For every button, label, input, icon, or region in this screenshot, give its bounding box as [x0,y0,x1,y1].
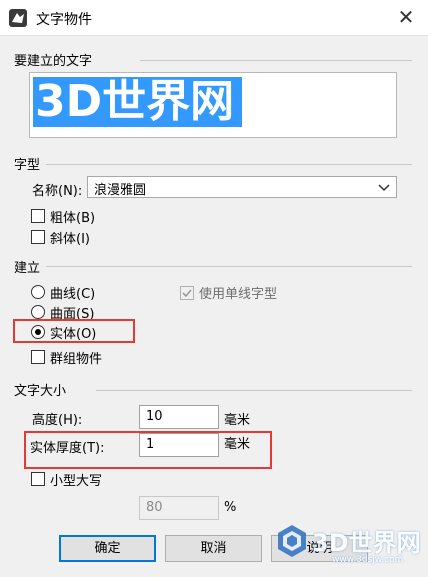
watermark-text: 3D世界网 [312,529,421,557]
divider [140,60,412,61]
watermark: 3D世界网 www.3dsjw.com [270,517,428,577]
size-group-title: 文字大小 [14,384,67,399]
height-unit: 毫米 [224,413,251,428]
small-caps-percent-input: 80 [139,496,219,520]
ok-button[interactable]: 确定 [59,535,156,562]
bold-label[interactable]: 粗体(B) [50,207,95,226]
selected-text: 3D世界网 [33,77,243,127]
small-caps-checkbox[interactable] [31,472,45,486]
percent-sign: % [224,500,237,515]
chevron-down-icon [376,178,392,196]
cancel-button[interactable]: 取消 [165,535,262,562]
single-line-label: 使用单线字型 [199,287,278,302]
text-group-title: 要建立的文字 [14,54,93,69]
divider [46,164,412,165]
font-select-value: 浪漫雅圆 [94,183,147,198]
height-label: 高度(H): [32,413,83,428]
height-input[interactable]: 10 [139,405,219,429]
checkmark-icon [182,289,192,298]
font-name-label: 名称(N): [32,184,83,199]
close-icon[interactable]: ✕ [394,4,418,30]
font-group-title: 字型 [14,158,41,173]
radio-curve[interactable] [31,285,45,299]
watermark-url: www.3dsjw.com [332,555,404,565]
font-select[interactable]: 浪漫雅圆 [87,176,397,198]
divider [96,390,412,391]
small-caps-label[interactable]: 小型大写 [50,470,102,489]
divider [46,266,412,267]
italic-checkbox[interactable] [31,230,45,244]
highlight-box-solid [13,319,135,343]
window-title: 文字物件 [36,12,92,28]
radio-curve-label[interactable]: 曲线(C) [50,283,95,302]
radio-surface[interactable] [31,305,45,319]
create-group-title: 建立 [14,261,41,276]
group-objects-checkbox[interactable] [31,350,45,364]
single-line-checkbox[interactable] [180,286,194,300]
italic-label[interactable]: 斜体(I) [50,228,90,247]
group-objects-label[interactable]: 群组物件 [50,348,102,367]
app-icon [8,8,28,28]
bold-checkbox[interactable] [31,209,45,223]
title-bar: 文字物件 ✕ [0,0,428,36]
highlight-box-thickness [24,431,272,469]
text-input[interactable]: 3D世界网 [29,72,397,138]
